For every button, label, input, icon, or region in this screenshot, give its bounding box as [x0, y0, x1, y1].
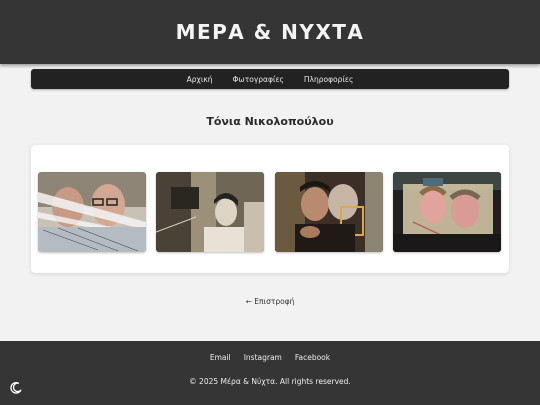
gallery-photo-1[interactable] [38, 172, 146, 252]
photo-thumbnail [156, 172, 264, 252]
site-title[interactable]: ΜΕΡΑ & ΝΥΧΤΑ [176, 20, 365, 44]
gallery-photo-3[interactable] [275, 172, 383, 252]
footer-link-instagram[interactable]: Instagram [244, 353, 282, 362]
main-nav: Αρχική Φωτογραφίες Πληροφορίες [31, 69, 509, 89]
back-link[interactable]: ← Επιστροφή [246, 297, 295, 306]
footer-links: Email Instagram Facebook [0, 353, 540, 362]
photo-thumbnail [38, 172, 146, 252]
moon-icon [10, 382, 22, 394]
back-link-row: ← Επιστροφή [0, 297, 540, 306]
site-footer: Email Instagram Facebook © 2025 Μέρα & Ν… [0, 341, 540, 405]
photo-thumbnail [393, 172, 501, 252]
footer-link-facebook[interactable]: Facebook [295, 353, 330, 362]
gallery-photo-2[interactable] [156, 172, 264, 252]
nav-item-photos[interactable]: Φωτογραφίες [233, 75, 284, 84]
site-header: ΜΕΡΑ & ΝΥΧΤΑ [0, 0, 540, 64]
page-title: Τόνια Νικολοπούλου [206, 115, 334, 128]
photo-gallery [31, 145, 509, 273]
footer-link-email[interactable]: Email [210, 353, 231, 362]
nav-item-info[interactable]: Πληροφορίες [304, 75, 353, 84]
nav-item-home[interactable]: Αρχική [187, 75, 213, 84]
photo-thumbnail [275, 172, 383, 252]
theme-toggle-button[interactable] [9, 380, 23, 394]
gallery-photo-4[interactable] [393, 172, 501, 252]
copyright-text: © 2025 Μέρα & Νύχτα. All rights reserved… [189, 377, 351, 386]
